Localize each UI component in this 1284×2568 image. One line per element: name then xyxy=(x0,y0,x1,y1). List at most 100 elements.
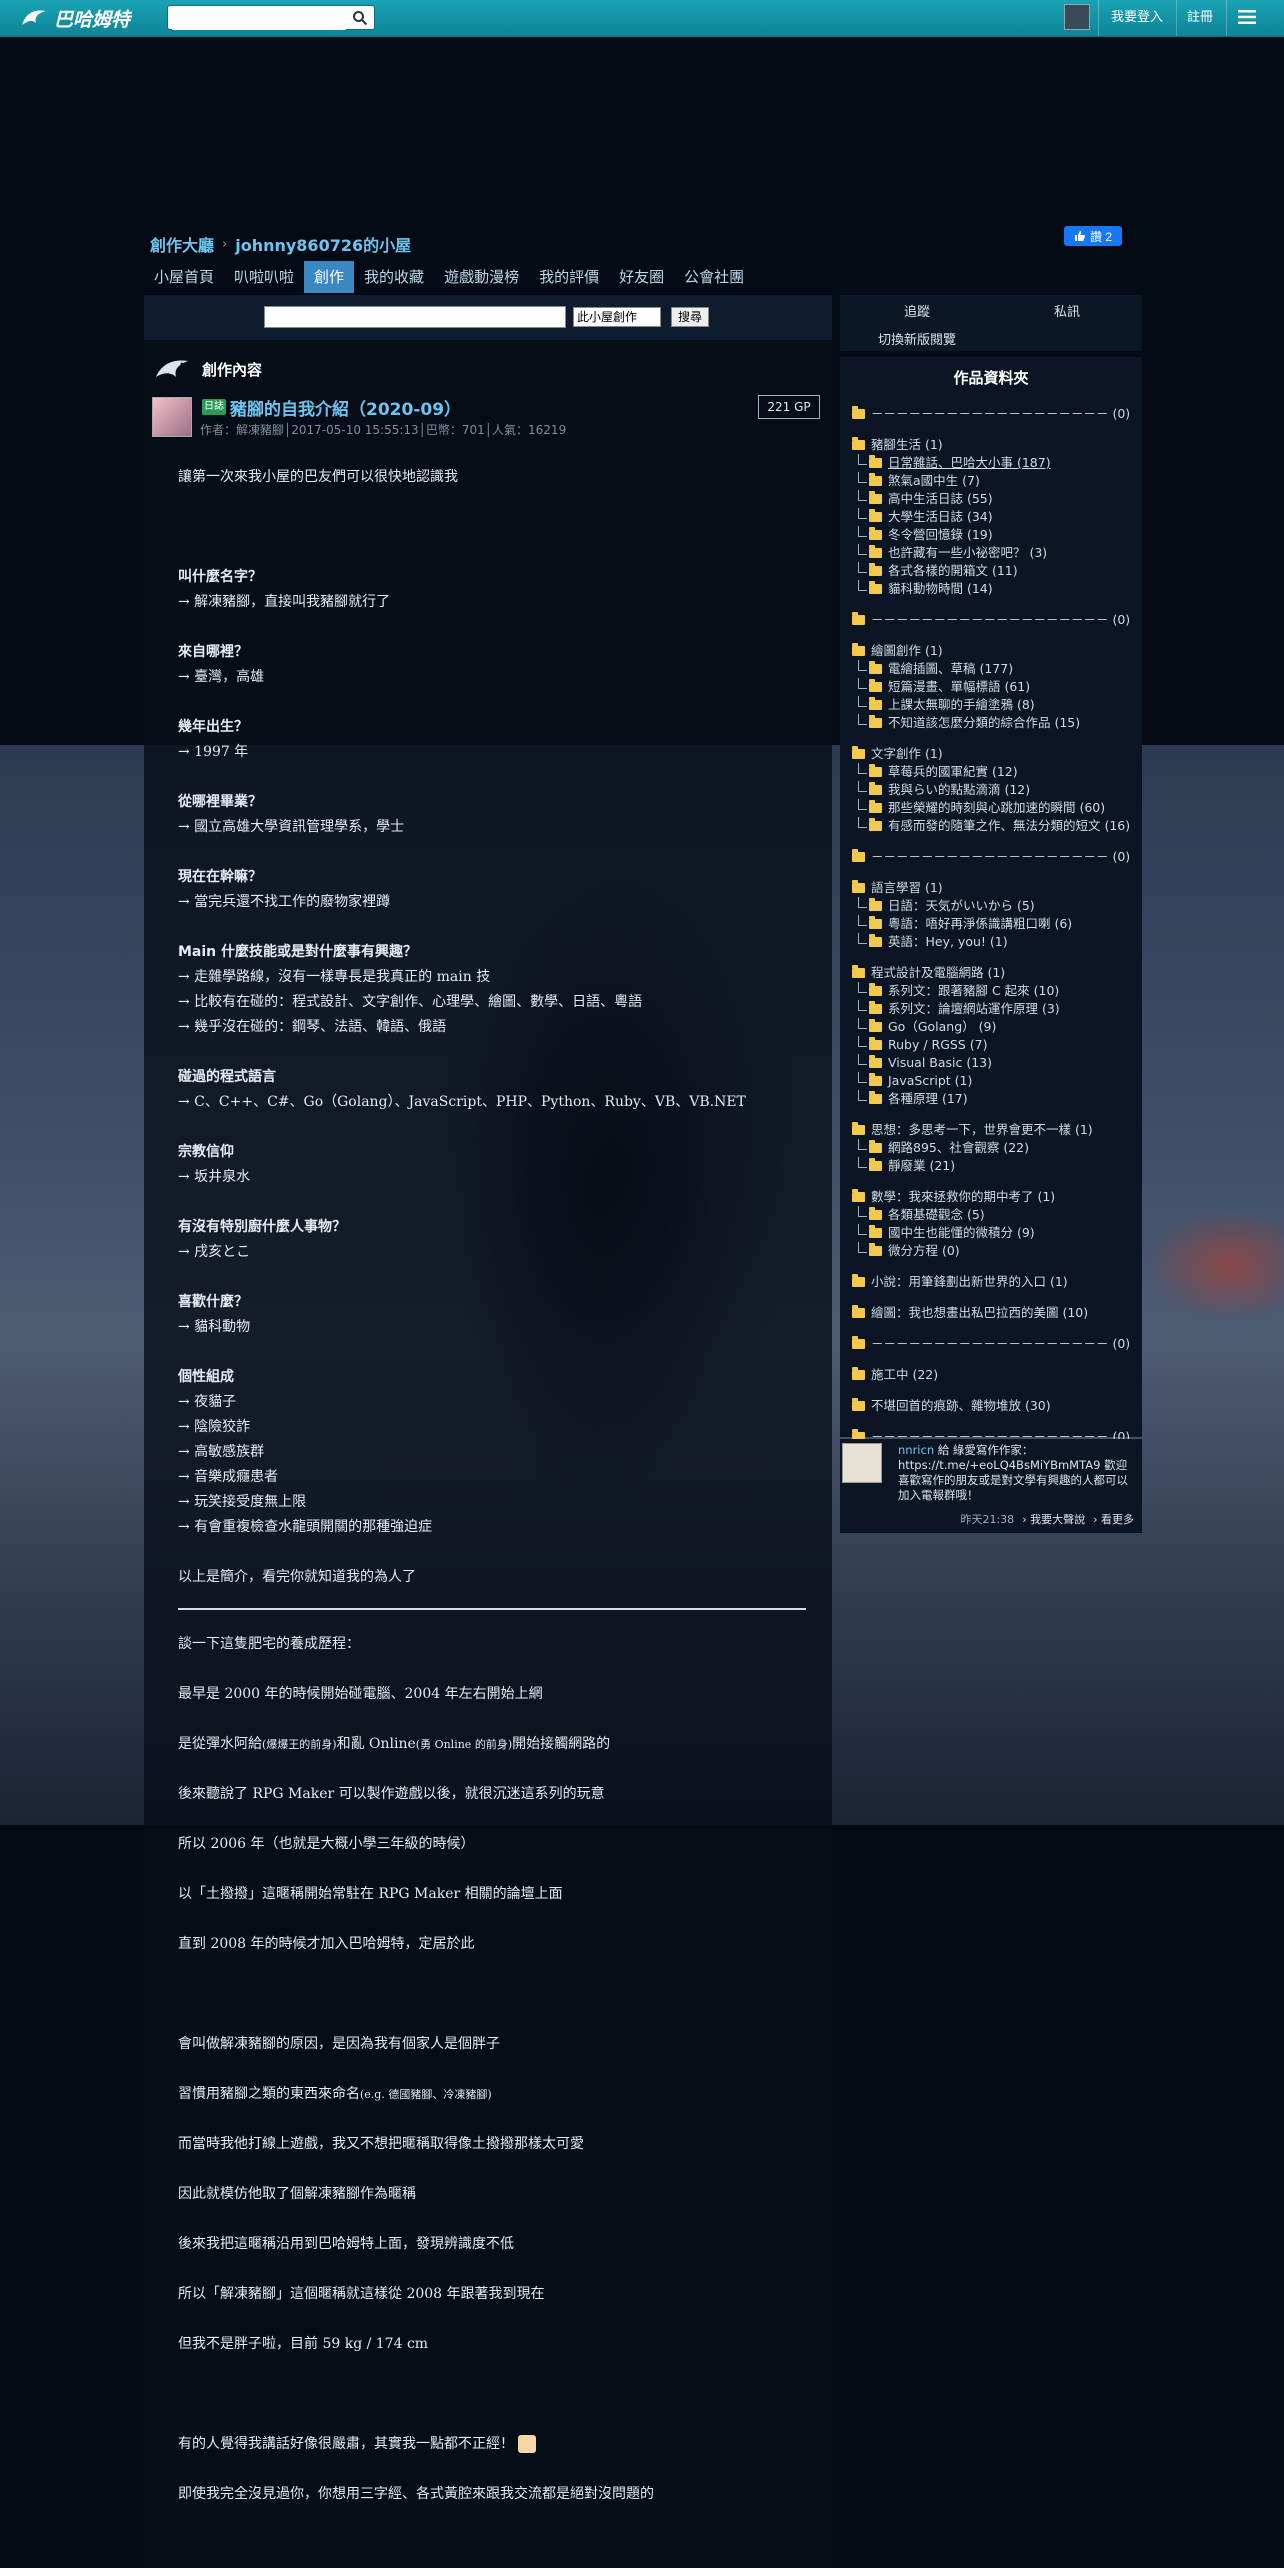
see-more-link[interactable]: › 看更多 xyxy=(1093,1511,1134,1527)
tab-ranking[interactable]: 遊戲動漫榜 xyxy=(434,261,529,293)
answer: → 比較有在碰的：程式設計、文字創作、心理學、繪圖、數學、日語、粵語 xyxy=(178,994,643,1010)
subfolder-item[interactable]: 上課太無聊的手繪塗鴉 (8) xyxy=(852,695,1136,714)
subfolder-item[interactable]: 網路895、社會觀察 (22) xyxy=(852,1138,1136,1157)
tab-favorites[interactable]: 我的收藏 xyxy=(354,261,434,293)
subfolder-item[interactable]: 短篇漫畫、單幅標語 (61) xyxy=(852,677,1136,696)
folder-icon xyxy=(869,983,882,996)
subfolder-item[interactable]: 各式各樣的開箱文 (11) xyxy=(852,561,1136,580)
subfolder-item[interactable]: 也許藏有一些小祕密吧？ (3) xyxy=(852,543,1136,562)
commenter-avatar[interactable] xyxy=(842,1443,882,1483)
hamburger-menu-icon[interactable] xyxy=(1238,9,1256,25)
tree-branch-icon xyxy=(858,816,867,828)
tab-reviews[interactable]: 我的評價 xyxy=(529,261,609,293)
subfolder-item[interactable]: 我與らい的點點滴滴 (12) xyxy=(852,780,1136,799)
subfolder-item[interactable]: 不知道該怎麼分類的綜合作品 (15) xyxy=(852,713,1136,732)
tab-creation[interactable]: 創作 xyxy=(304,261,355,293)
folder-item[interactable]: 不堪回首的痕跡、雜物堆放 (30) xyxy=(852,1397,1136,1415)
folder-label: 各類基礎觀念 (5) xyxy=(888,1207,985,1222)
login-link[interactable]: 我要登入 xyxy=(1111,0,1163,36)
folder-item[interactable]: －－－－－－－－－－－－－－－－－－－ (0) xyxy=(852,1335,1136,1353)
folder-label: 小說：用筆鋒劃出新世界的入口 (1) xyxy=(871,1274,1068,1289)
subfolder-item[interactable]: 靜廢業 (21) xyxy=(852,1156,1136,1175)
folder-icon xyxy=(852,612,865,625)
tree-branch-icon xyxy=(858,999,867,1011)
comment-user[interactable]: nnricn xyxy=(898,1443,934,1457)
folder-item[interactable]: 施工中 (22) xyxy=(852,1366,1136,1384)
subfolder-item[interactable]: 系列文：跟著豬腳 C 起來 (10) xyxy=(852,981,1136,1000)
subfolder-item[interactable]: 日常雜話、巴哈大小事 (187) xyxy=(852,453,1136,472)
subfolder-item[interactable]: 那些榮耀的時刻與心跳加速的瞬間 (60) xyxy=(852,798,1136,817)
subfolder-item[interactable]: 英語：Hey, you! (1) xyxy=(852,932,1136,951)
site-search-input[interactable] xyxy=(172,7,346,30)
subfolder-item[interactable]: JavaScript (1) xyxy=(852,1071,1136,1090)
folder-label: －－－－－－－－－－－－－－－－－－－ (0) xyxy=(871,612,1131,627)
site-logo[interactable]: 巴哈姆特 xyxy=(20,5,130,31)
breadcrumb-user[interactable]: johnny860726的小屋 xyxy=(235,232,411,256)
breadcrumb-home[interactable]: 創作大廳 xyxy=(150,232,214,256)
subfolder-item[interactable]: Go（Golang） (9) xyxy=(852,1017,1136,1036)
subfolder-item[interactable]: 大學生活日誌 (34) xyxy=(852,507,1136,526)
subfolder-item[interactable]: 微分方程 (0) xyxy=(852,1241,1136,1260)
tab-home[interactable]: 小屋首頁 xyxy=(144,261,224,293)
subfolder-item[interactable]: 高中生活日誌 (55) xyxy=(852,489,1136,508)
folder-icon xyxy=(869,818,882,831)
subfolder-item[interactable]: Ruby / RGSS (7) xyxy=(852,1035,1136,1054)
folder-icon xyxy=(869,509,882,522)
subfolder-item[interactable]: 貓科動物時間 (14) xyxy=(852,579,1136,598)
switch-layout-button[interactable]: 切換新版閱覽 xyxy=(878,329,956,348)
folder-item[interactable]: 語言學習 (1) xyxy=(852,879,1136,897)
reply-link[interactable]: › 我要大聲說 xyxy=(1022,1511,1085,1527)
article-text: 最早是 2000 年的時候開始碰電腦、2004 年左右開始上網 xyxy=(178,1686,543,1702)
subfolder-item[interactable]: 國中生也能懂的微積分 (9) xyxy=(852,1223,1136,1242)
subfolder-item[interactable]: 冬令營回憶錄 (19) xyxy=(852,525,1136,544)
creation-search-button[interactable]: 搜尋 xyxy=(671,307,709,327)
folder-icon xyxy=(869,800,882,813)
tree-branch-icon xyxy=(858,798,867,810)
folder-item[interactable]: 豬腳生活 (1) xyxy=(852,436,1136,454)
folder-item[interactable]: 小說：用筆鋒劃出新世界的入口 (1) xyxy=(852,1273,1136,1291)
tree-branch-icon xyxy=(858,780,867,792)
folder-label: 各式各樣的開箱文 (11) xyxy=(888,563,1018,578)
subfolder-item[interactable]: Visual Basic (13) xyxy=(852,1053,1136,1072)
subfolder-item[interactable]: 煞氣a國中生 (7) xyxy=(852,471,1136,490)
folder-item[interactable]: 繪圖創作 (1) xyxy=(852,642,1136,660)
folder-item[interactable]: 文字創作 (1) xyxy=(852,745,1136,763)
tab-guild[interactable]: 公會社團 xyxy=(674,261,754,293)
subfolder-item[interactable]: 各類基礎觀念 (5) xyxy=(852,1205,1136,1224)
creation-search-input[interactable] xyxy=(264,306,566,328)
search-scope-select[interactable]: 此小屋創作 xyxy=(573,307,661,327)
folder-item[interactable]: 思想：多思考一下，世界會更不一樣 (1) xyxy=(852,1121,1136,1139)
follow-button[interactable]: 追蹤 xyxy=(904,301,930,320)
subfolder-item[interactable]: 粵語：唔好再淨係識講粗口喇 (6) xyxy=(852,914,1136,933)
folder-label: 網路895、社會觀察 (22) xyxy=(888,1140,1029,1155)
folder-icon xyxy=(869,1073,882,1086)
user-avatar[interactable] xyxy=(1064,4,1090,30)
folder-item[interactable]: －－－－－－－－－－－－－－－－－－－ (0) xyxy=(852,848,1136,866)
subfolder-item[interactable]: 各種原理 (17) xyxy=(852,1089,1136,1108)
folder-item[interactable]: －－－－－－－－－－－－－－－－－－－ (0) xyxy=(852,611,1136,629)
gp-badge[interactable]: 221 GP xyxy=(758,395,820,419)
facebook-like-button[interactable]: 讚 2 xyxy=(1064,226,1122,246)
subfolder-item[interactable]: 系列文：論壇網站運作原理 (3) xyxy=(852,999,1136,1018)
folder-item[interactable]: －－－－－－－－－－－－－－－－－－－ (0) xyxy=(852,405,1136,423)
search-icon[interactable] xyxy=(352,10,368,26)
register-link[interactable]: 註冊 xyxy=(1187,0,1213,36)
article-text: 會叫做解凍豬腳的原因，是因為我有個家人是個胖子 xyxy=(178,2036,500,2052)
folder-label: Go（Golang） (9) xyxy=(888,1019,997,1034)
author-avatar[interactable] xyxy=(152,397,192,437)
subfolder-item[interactable]: 日語：天気がいいから (5) xyxy=(852,896,1136,915)
tree-branch-icon xyxy=(858,713,867,725)
subfolder-item[interactable]: 草莓兵的國軍紀實 (12) xyxy=(852,762,1136,781)
folder-label: 靜廢業 (21) xyxy=(888,1158,956,1173)
tab-blabla[interactable]: 叭啦叭啦 xyxy=(224,261,304,293)
article-text: 談一下這隻肥宅的養成歷程： xyxy=(178,1636,360,1652)
subfolder-item[interactable]: 電繪插圖、草稿 (177) xyxy=(852,659,1136,678)
post-title[interactable]: 豬腳的自我介紹（2020-09） xyxy=(230,395,461,420)
folder-item[interactable]: 數學：我來拯救你的期中考了 (1) xyxy=(852,1188,1136,1206)
folder-item[interactable]: 程式設計及電腦網路 (1) xyxy=(852,964,1136,982)
site-search xyxy=(167,5,375,30)
folder-item[interactable]: 繪圖：我也想畫出私巴拉西的美圖 (10) xyxy=(852,1304,1136,1322)
subfolder-item[interactable]: 有感而發的隨筆之作、無法分類的短文 (16) xyxy=(852,816,1136,835)
message-button[interactable]: 私訊 xyxy=(1054,301,1080,320)
tab-friends[interactable]: 好友圈 xyxy=(609,261,674,293)
